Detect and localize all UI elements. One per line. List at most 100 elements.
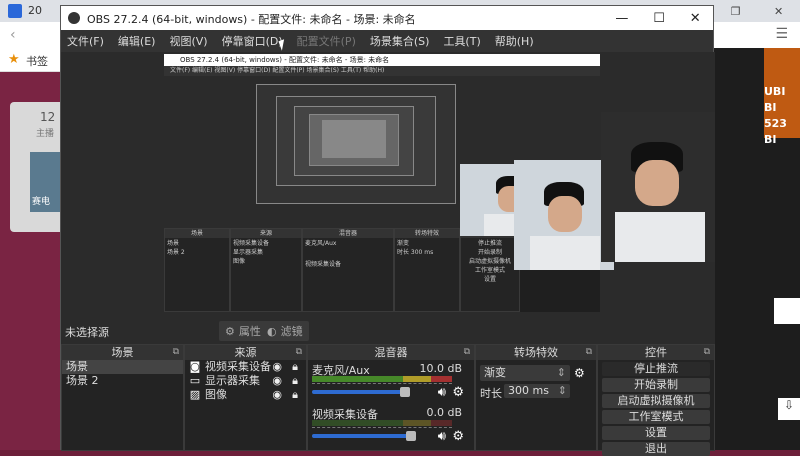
nested-scenes-header: 场景	[165, 229, 229, 238]
nested-level-6	[322, 120, 386, 158]
transitions-title: 转场特效	[514, 346, 558, 359]
gear-icon[interactable]: ⚙	[452, 385, 464, 400]
eye-icon[interactable]: ◉	[272, 374, 282, 388]
camera-icon: ◙	[189, 360, 201, 373]
scenes-title: 场景	[111, 346, 134, 359]
browser-menu-icon[interactable]: ☰	[775, 26, 788, 42]
stepper-icon[interactable]: ⇕	[558, 384, 567, 398]
filters-button[interactable]: ◐ 滤镜	[261, 321, 309, 341]
menu-file[interactable]: 文件(F)	[67, 33, 104, 49]
preview-canvas[interactable]: OBS 27.2.4 (64-bit, windows) - 配置文件: 未命名…	[61, 52, 715, 318]
mixer-title: 混音器	[374, 346, 408, 359]
menu-scene-collection[interactable]: 场景集合(S)	[370, 33, 430, 49]
minimize-icon[interactable]: —	[615, 11, 628, 26]
lock-icon[interactable]: 🔒︎	[292, 360, 298, 374]
nested-control: 设置	[483, 276, 496, 283]
source-item-display-capture[interactable]: ▭ 显示器采集 ◉ 🔒︎	[185, 374, 306, 388]
nested-scene-item: 场景	[167, 240, 180, 247]
speaker-icon[interactable]: 🔊︎	[438, 429, 446, 444]
bookmarks-label[interactable]: 书签	[26, 53, 48, 69]
properties-label: 属性	[238, 325, 261, 338]
menu-help[interactable]: 帮助(H)	[495, 33, 534, 49]
undock-icon[interactable]: ⧉	[173, 345, 179, 360]
nested-source-item: 图像	[233, 258, 246, 265]
sources-header: 来源 ⧉	[185, 345, 306, 360]
no-source-selected-label: 未选择源	[65, 326, 109, 339]
chevron-updown-icon: ⇕	[556, 366, 566, 379]
window-controls: — ☐ ✕	[603, 6, 713, 30]
nested-menu: 文件(F) 编辑(E) 视图(V) 停靠窗口(D) 配置文件(P) 场景集合(S…	[164, 66, 600, 76]
nested-control: 停止推流	[477, 240, 502, 247]
menu-profile[interactable]: 配置文件(P)	[297, 33, 356, 49]
nested-mixer-track: 麦克风/Aux	[305, 240, 337, 247]
volume-slider[interactable]	[312, 434, 408, 438]
gear-icon: ⚙	[225, 324, 235, 338]
nested-source-item: 显示器采集	[233, 249, 264, 256]
nested-transitions-panel: 转场特效 渐变 时长 300 ms	[394, 228, 460, 312]
menu-docks[interactable]: 停靠窗口(D)	[222, 33, 283, 49]
preview-image: OBS 27.2.4 (64-bit, windows) - 配置文件: 未命名…	[164, 54, 614, 312]
qr-code-icon	[774, 298, 800, 324]
browser-right-panel: UBI BI 523 BI ⇩	[714, 48, 800, 450]
stop-streaming-button[interactable]: 停止推流	[602, 362, 710, 376]
undock-icon[interactable]: ⧉	[464, 345, 470, 360]
lock-icon[interactable]: 🔒︎	[292, 388, 298, 402]
nested-sources-header: 来源	[231, 229, 301, 238]
eye-icon[interactable]: ◉	[272, 388, 282, 402]
download-icon[interactable]: ⇩	[778, 398, 800, 420]
menu-tools[interactable]: 工具(T)	[443, 33, 480, 49]
filter-icon: ◐	[267, 324, 277, 338]
undock-icon[interactable]: ⧉	[586, 345, 592, 360]
speaker-icon[interactable]: 🔊︎	[438, 385, 446, 400]
track-db: 10.0 dB	[419, 362, 462, 375]
volume-knob[interactable]	[400, 387, 410, 397]
eye-icon[interactable]: ◉	[272, 360, 282, 374]
properties-button[interactable]: ⚙ 属性	[219, 321, 267, 341]
start-virtual-camera-button[interactable]: 启动虚拟摄像机	[602, 394, 710, 408]
start-recording-button[interactable]: 开始录制	[602, 378, 710, 392]
gear-icon[interactable]: ⚙	[574, 366, 585, 380]
card-number: 12	[40, 110, 56, 124]
controls-dock: 控件 ⧉ 停止推流 开始录制 启动虚拟摄像机 工作室模式 设置 退出	[597, 344, 715, 456]
controls-header: 控件 ⧉	[598, 345, 714, 360]
browser-window-controls: ❐ ✕	[714, 0, 800, 22]
transitions-dock: 转场特效 ⧉ 渐变 ⇕ ⚙ 时长 300 ms ⇕	[475, 344, 597, 451]
transitions-header: 转场特效 ⧉	[476, 345, 596, 360]
volume-knob[interactable]	[406, 431, 416, 441]
meter-ticks	[312, 427, 452, 431]
source-item-image[interactable]: ▨ 图像 ◉ 🔒︎	[185, 388, 306, 402]
source-item-video-capture[interactable]: ◙ 视频采集设备 ◉ 🔒︎	[185, 360, 306, 374]
gear-icon[interactable]: ⚙	[452, 429, 464, 444]
menu-edit[interactable]: 编辑(E)	[118, 33, 156, 49]
filters-label: 滤镜	[280, 325, 303, 338]
studio-mode-button[interactable]: 工作室模式	[602, 410, 710, 424]
nested-control: 开始录制	[477, 249, 502, 256]
maximize-icon[interactable]: ☐	[653, 11, 665, 26]
lock-icon[interactable]: 🔒︎	[292, 374, 298, 388]
scene-item[interactable]: 场景	[62, 360, 183, 374]
close-icon[interactable]: ✕	[774, 5, 783, 18]
volume-slider[interactable]	[312, 390, 402, 394]
monitor-icon: ▭	[189, 374, 201, 387]
scene-item[interactable]: 场景 2	[62, 374, 183, 388]
level-meter	[312, 420, 452, 426]
mixer-track-video: 视频采集设备 0.0 dB 🔊︎ ⚙	[308, 404, 474, 448]
duration-input[interactable]: 300 ms ⇕	[504, 384, 570, 398]
window-title: OBS 27.2.4 (64-bit, windows) - 配置文件: 未命名…	[87, 13, 416, 26]
nested-transitions-header: 转场特效	[395, 229, 459, 238]
undock-icon[interactable]: ⧉	[704, 345, 710, 360]
mixer-header: 混音器 ⧉	[308, 345, 474, 360]
nested-control: 工作室模式	[474, 267, 505, 274]
close-icon[interactable]: ✕	[690, 11, 701, 26]
restore-icon[interactable]: ❐	[731, 5, 741, 18]
undock-icon[interactable]: ⧉	[296, 345, 302, 360]
mixer-dock: 混音器 ⧉ 麦克风/Aux 10.0 dB 🔊︎ ⚙ 视频采集设备 0.0 dB…	[307, 344, 475, 451]
exit-button[interactable]: 退出	[602, 442, 710, 456]
sources-title: 来源	[234, 346, 257, 359]
nested-controls-panel: 控件 停止推流 开始录制 启动虚拟摄像机 工作室模式 设置	[460, 228, 520, 312]
image-icon: ▨	[189, 388, 201, 401]
transition-select[interactable]: 渐变 ⇕	[480, 365, 570, 381]
settings-button[interactable]: 设置	[602, 426, 710, 440]
menu-view[interactable]: 视图(V)	[169, 33, 207, 49]
back-arrow-icon[interactable]: ‹	[10, 27, 16, 43]
